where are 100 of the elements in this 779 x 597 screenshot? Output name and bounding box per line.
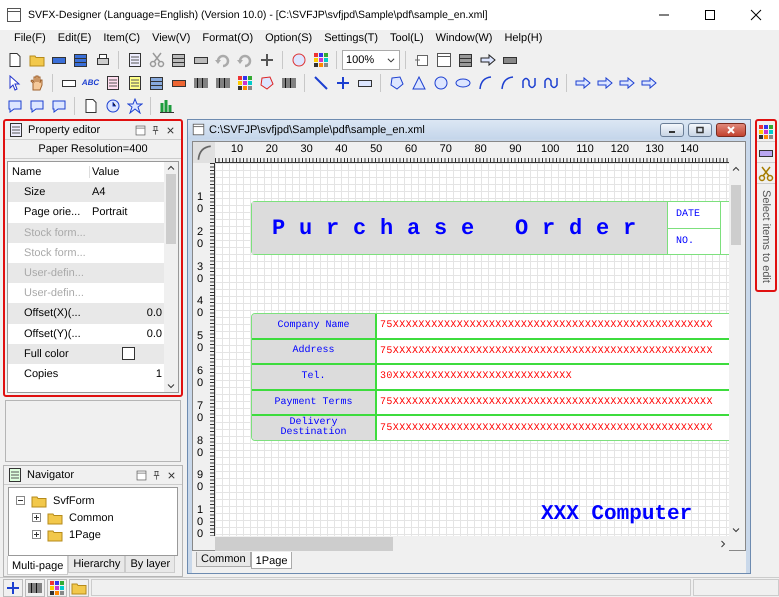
oval-bubble-icon[interactable] bbox=[28, 98, 44, 114]
curve-icon[interactable] bbox=[498, 74, 514, 90]
cursor-icon[interactable] bbox=[6, 74, 22, 90]
bent-arrow-icon[interactable] bbox=[596, 74, 612, 90]
circle-icon[interactable] bbox=[432, 74, 448, 90]
scrollbar-thumb[interactable] bbox=[166, 174, 176, 244]
restore-button[interactable] bbox=[688, 122, 712, 136]
property-name[interactable]: Size bbox=[8, 186, 90, 198]
hand-icon[interactable] bbox=[28, 74, 44, 90]
zoom-dropdown[interactable]: 100% bbox=[342, 50, 400, 70]
close-icon bbox=[750, 9, 762, 21]
ruler-label: 130 bbox=[645, 143, 664, 155]
ruler-label: 30 bbox=[300, 143, 313, 155]
tree-item[interactable]: SvfForm bbox=[53, 494, 95, 506]
property-value[interactable]: 0.0 bbox=[90, 307, 164, 320]
menu-item[interactable]: View(V) bbox=[146, 32, 196, 44]
property-name[interactable]: Offset(Y)(... bbox=[8, 328, 90, 340]
property-value[interactable]: 0.0 bbox=[90, 328, 164, 340]
right-arrow-icon[interactable] bbox=[574, 74, 590, 90]
layers-icon[interactable] bbox=[458, 52, 474, 68]
tree-item[interactable]: 1Page bbox=[69, 528, 101, 540]
polygon-icon[interactable] bbox=[388, 74, 404, 90]
ruler-label: 100 bbox=[197, 504, 204, 540]
data-field: 75XXXXXXXXXXXXXXXXXXXXXXXXXXXXXXXXXXXXXXXXXXXXXXXXXX bbox=[377, 390, 729, 414]
ruler-label: 120 bbox=[610, 143, 629, 155]
float-window-icon[interactable] bbox=[136, 470, 147, 480]
ruler-label: 10 bbox=[230, 143, 244, 155]
float-window-icon[interactable] bbox=[135, 124, 146, 136]
copy-icon[interactable] bbox=[170, 52, 186, 68]
u-turn-arrow-icon[interactable] bbox=[618, 74, 634, 90]
scrollbar-thumb[interactable] bbox=[731, 185, 741, 245]
property-value[interactable]: A4 bbox=[90, 186, 164, 198]
note-icon[interactable] bbox=[82, 98, 98, 114]
menu-item[interactable]: Edit(E) bbox=[52, 32, 98, 44]
property-value[interactable]: 1 bbox=[90, 368, 164, 380]
property-name[interactable]: Offset(X)(... bbox=[8, 307, 90, 320]
printer-icon[interactable] bbox=[94, 52, 110, 68]
form-label: Company Name bbox=[252, 314, 377, 338]
table-icon[interactable] bbox=[436, 52, 452, 68]
property-name[interactable]: Page orie... bbox=[8, 206, 90, 218]
save-all-icon[interactable] bbox=[72, 52, 88, 68]
ruler-label: 10 bbox=[197, 191, 204, 215]
menu-item[interactable]: Settings(T) bbox=[318, 32, 384, 44]
property-value[interactable]: Portrait bbox=[90, 206, 164, 218]
property-name[interactable]: Copies bbox=[8, 368, 90, 380]
loop-arrow-icon[interactable] bbox=[640, 74, 656, 90]
menu-item[interactable]: Option(S) bbox=[259, 32, 318, 44]
form-list-icon[interactable] bbox=[104, 74, 120, 90]
close-icon[interactable] bbox=[166, 470, 177, 480]
bar-chart-icon[interactable] bbox=[158, 98, 174, 114]
star-icon[interactable] bbox=[126, 98, 142, 114]
scrollbar[interactable] bbox=[164, 162, 178, 392]
list-icon[interactable] bbox=[126, 52, 142, 68]
close-button[interactable] bbox=[716, 122, 746, 136]
arrow-tag-icon[interactable] bbox=[480, 52, 496, 68]
pin-icon[interactable] bbox=[151, 470, 162, 480]
cross-icon[interactable] bbox=[334, 74, 350, 90]
menu-item[interactable]: Help(H) bbox=[498, 32, 548, 44]
data-field: 75XXXXXXXXXXXXXXXXXXXXXXXXXXXXXXXXXXXXXXXXXXXXXXXXXX bbox=[377, 340, 729, 364]
qr-code-icon[interactable] bbox=[236, 74, 252, 90]
form-label: Delivery Destination bbox=[252, 416, 377, 440]
menu-item[interactable]: File(F) bbox=[8, 32, 52, 44]
pin-icon[interactable] bbox=[150, 124, 161, 136]
triangle-icon[interactable] bbox=[410, 74, 426, 90]
menu-item[interactable]: Window(W) bbox=[430, 32, 498, 44]
line-icon[interactable] bbox=[312, 74, 328, 90]
crosshair-icon[interactable] bbox=[258, 52, 274, 68]
minimize-button[interactable] bbox=[660, 122, 684, 136]
tab[interactable]: Common bbox=[196, 552, 251, 567]
clock-icon[interactable] bbox=[104, 98, 120, 114]
speech-bubble-icon[interactable] bbox=[6, 98, 22, 114]
swatch-grid-icon[interactable] bbox=[758, 124, 774, 140]
double-bubble-icon[interactable] bbox=[50, 98, 66, 114]
tab[interactable]: Hierarchy bbox=[68, 556, 126, 573]
menu-item[interactable]: Item(C) bbox=[97, 32, 146, 44]
color-palette-icon[interactable] bbox=[49, 580, 65, 596]
records-icon[interactable] bbox=[148, 74, 164, 90]
close-icon[interactable] bbox=[165, 124, 176, 136]
scrollbar-thumb[interactable] bbox=[215, 537, 393, 551]
checkbox[interactable] bbox=[122, 347, 134, 360]
tab[interactable]: Multi-page bbox=[7, 556, 68, 575]
maximize-icon bbox=[704, 9, 716, 21]
menu-item[interactable]: Tool(L) bbox=[384, 32, 430, 44]
menu-item[interactable]: Format(O) bbox=[196, 32, 260, 44]
form-label: Address bbox=[252, 340, 377, 364]
notes-icon[interactable] bbox=[126, 74, 142, 90]
ruler-label: 140 bbox=[680, 143, 699, 155]
tree-item[interactable]: Common bbox=[69, 512, 114, 524]
side-tab[interactable]: Select items to edit bbox=[760, 190, 772, 283]
ruler-label: 40 bbox=[335, 143, 348, 155]
new-file-icon[interactable] bbox=[6, 52, 22, 68]
ruler-label: 30 bbox=[197, 260, 204, 285]
ruler-label: 110 bbox=[576, 143, 594, 155]
ruler-label: 70 bbox=[197, 400, 204, 424]
data-field: 75XXXXXXXXXXXXXXXXXXXXXXXXXXXXXXXXXXXXXXXXXXXXXXXXXX bbox=[377, 314, 729, 338]
tab[interactable]: 1Page bbox=[250, 552, 292, 569]
tab[interactable]: By layer bbox=[125, 556, 176, 573]
ruler-origin-icon[interactable] bbox=[195, 144, 213, 162]
text-tool-button[interactable]: ABC bbox=[80, 72, 101, 93]
arc-icon[interactable] bbox=[476, 74, 492, 90]
